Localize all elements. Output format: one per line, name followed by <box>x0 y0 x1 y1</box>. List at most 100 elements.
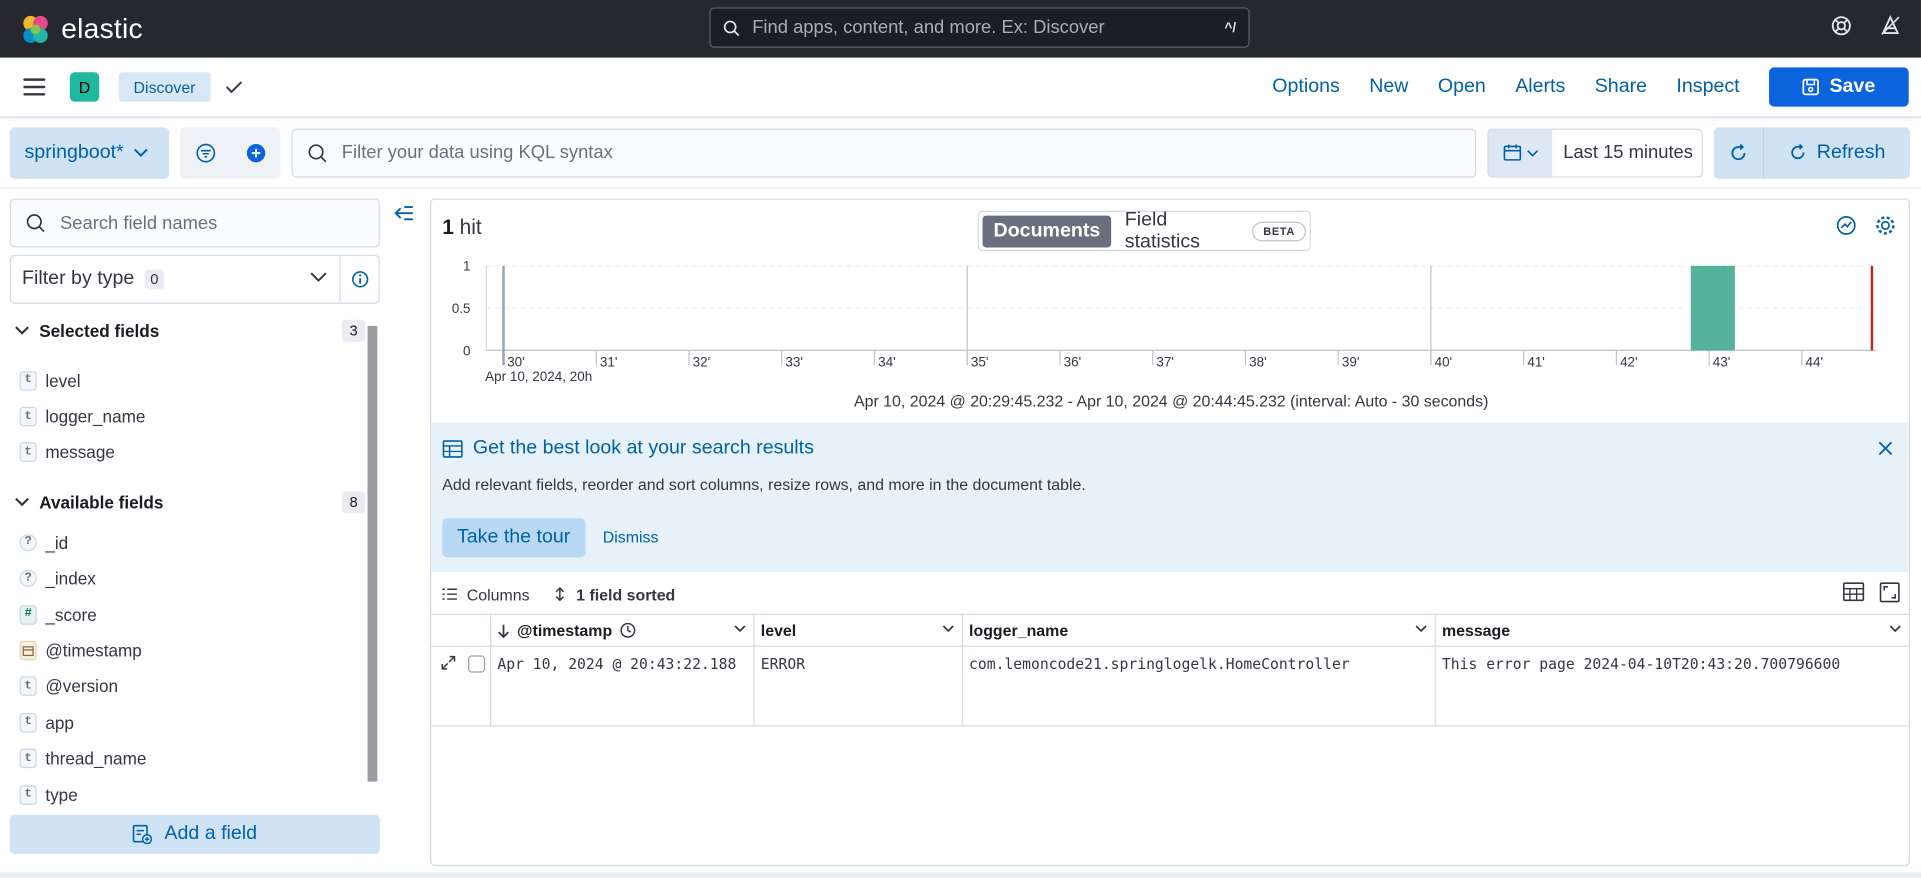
field-item[interactable]: t thread_name <box>10 741 380 777</box>
row-checkbox[interactable] <box>467 655 486 673</box>
fullscreen-icon[interactable] <box>1879 582 1900 603</box>
chevron-down-icon[interactable] <box>1415 625 1427 634</box>
time-range-label: Last 15 minutes <box>1563 142 1693 163</box>
control-column-header <box>431 615 492 646</box>
new-link[interactable]: New <box>1369 76 1408 98</box>
news-feed-icon[interactable] <box>1879 14 1901 37</box>
save-button[interactable]: Save <box>1769 67 1909 107</box>
selected-fields-toggle[interactable]: Selected fields 3 <box>10 314 380 348</box>
field-item[interactable]: t type <box>10 777 380 813</box>
field-item[interactable]: # _score <box>10 597 380 633</box>
bottom-scrollbar <box>0 872 1921 878</box>
table-icon <box>442 439 463 458</box>
add-filter-icon[interactable] <box>246 143 266 163</box>
breadcrumb-discover[interactable]: Discover <box>118 72 211 102</box>
histogram-chart[interactable]: 1 0.5 0 30' 31' 32' 33' 34' 35' 36' 37' 38' 39' 40' 41… <box>431 254 1908 389</box>
field-name: thread_name <box>45 748 147 769</box>
data-view-picker[interactable]: springboot* <box>9 126 170 179</box>
row-controls <box>431 646 492 726</box>
cell-timestamp[interactable]: Apr 10, 2024 @ 20:43:22.188 <box>491 646 755 726</box>
column-header-level[interactable]: level <box>755 615 963 646</box>
take-tour-button[interactable]: Take the tour <box>442 518 585 558</box>
search-icon <box>308 143 327 162</box>
field-item[interactable]: t level <box>10 363 380 399</box>
tab-documents[interactable]: Documents <box>982 215 1112 247</box>
filter-by-type-label: Filter by type <box>22 268 135 290</box>
options-link[interactable]: Options <box>1272 76 1340 98</box>
chevron-down-icon <box>134 148 148 157</box>
inspect-link[interactable]: Inspect <box>1676 76 1739 98</box>
string-type-icon: t <box>19 784 37 805</box>
column-header-logger-name[interactable]: logger_name <box>963 615 1436 646</box>
share-link[interactable]: Share <box>1595 76 1647 98</box>
list-icon <box>442 588 457 600</box>
gear-icon[interactable] <box>1874 214 1896 236</box>
field-name: _index <box>45 568 96 589</box>
field-item[interactable]: t message <box>10 435 380 471</box>
ai-assistant-icon[interactable] <box>1835 214 1857 236</box>
selected-fields-title: Selected fields <box>39 320 160 341</box>
top-bar: elastic Find apps, content, and more. Ex… <box>0 0 1921 58</box>
field-item[interactable]: t logger_name <box>10 399 380 435</box>
filter-actions <box>180 126 281 179</box>
sort-descending-icon <box>498 624 510 638</box>
help-icon[interactable] <box>1830 15 1852 37</box>
sort-button[interactable]: 1 field sorted <box>554 585 675 603</box>
refresh-icon <box>1731 143 1746 160</box>
space-avatar[interactable]: D <box>69 72 100 102</box>
filter-menu-icon[interactable] <box>195 143 215 163</box>
column-header-timestamp[interactable]: @timestamp <box>491 615 755 646</box>
field-info-button[interactable] <box>339 256 378 303</box>
available-fields-toggle[interactable]: Available fields 8 <box>10 485 380 519</box>
field-name: _score <box>45 604 97 625</box>
columns-button[interactable]: Columns <box>442 585 530 603</box>
field-search-input[interactable]: Search field names <box>9 198 380 248</box>
field-item[interactable]: t @version <box>10 669 380 705</box>
view-mode-tabs: Documents Field statistics BETA <box>977 209 1311 253</box>
calendar-icon <box>1503 144 1521 161</box>
collapse-sidebar-icon[interactable] <box>393 203 415 223</box>
auto-refresh-button[interactable] <box>1713 126 1763 179</box>
chevron-down-icon <box>1526 149 1538 157</box>
x-tick-label: 32' <box>693 354 711 369</box>
chevron-down-icon[interactable] <box>942 625 954 634</box>
field-item[interactable]: ? _id <box>10 525 380 561</box>
sorted-label: 1 field sorted <box>576 584 676 604</box>
density-icon[interactable] <box>1842 582 1865 602</box>
elastic-logo[interactable]: elastic <box>20 12 143 45</box>
field-name: type <box>45 784 78 805</box>
field-item[interactable]: t app <box>10 705 380 741</box>
kql-search-input[interactable]: Filter your data using KQL syntax <box>291 128 1477 178</box>
field-name: @timestamp <box>45 640 142 661</box>
global-search-input[interactable]: Find apps, content, and more. Ex: Discov… <box>709 7 1250 48</box>
table-header: @timestamp level logger_name message <box>431 613 1909 647</box>
chevron-down-icon[interactable] <box>1889 625 1901 634</box>
dismiss-link[interactable]: Dismiss <box>603 528 659 546</box>
tab-field-statistics[interactable]: Field statistics BETA <box>1125 209 1306 253</box>
filter-count-badge: 0 <box>144 269 165 290</box>
expand-icon[interactable] <box>441 655 456 670</box>
time-picker[interactable]: Last 15 minutes <box>1487 128 1703 178</box>
field-name: message <box>45 442 115 463</box>
cell-message[interactable]: This error page 2024-04-10T20:43:20.7007… <box>1436 647 1909 725</box>
column-header-message[interactable]: message <box>1436 615 1909 646</box>
x-tick-label: 35' <box>971 354 989 369</box>
open-link[interactable]: Open <box>1438 76 1486 98</box>
add-field-button[interactable]: Add a field <box>9 814 380 854</box>
cell-level[interactable]: ERROR <box>755 646 963 726</box>
quick-menu-button[interactable] <box>1488 129 1553 176</box>
alerts-link[interactable]: Alerts <box>1515 76 1565 98</box>
filter-by-type-button[interactable]: Filter by type 0 <box>9 254 380 304</box>
field-item[interactable]: @timestamp <box>10 633 380 669</box>
field-item[interactable]: ? _index <box>10 561 380 597</box>
sort-icon <box>556 587 565 602</box>
cell-logger-name[interactable]: com.lemoncode21.springlogelk.HomeControl… <box>963 646 1436 726</box>
x-tick-label: 38' <box>1249 354 1267 369</box>
x-tick-label: 31' <box>600 354 618 369</box>
sidebar-scrollbar[interactable] <box>367 319 378 785</box>
refresh-button[interactable]: Refresh <box>1762 126 1910 179</box>
close-icon[interactable] <box>1878 441 1893 456</box>
menu-icon[interactable] <box>23 78 46 96</box>
save-icon <box>1802 78 1820 96</box>
chevron-down-icon[interactable] <box>734 625 746 634</box>
